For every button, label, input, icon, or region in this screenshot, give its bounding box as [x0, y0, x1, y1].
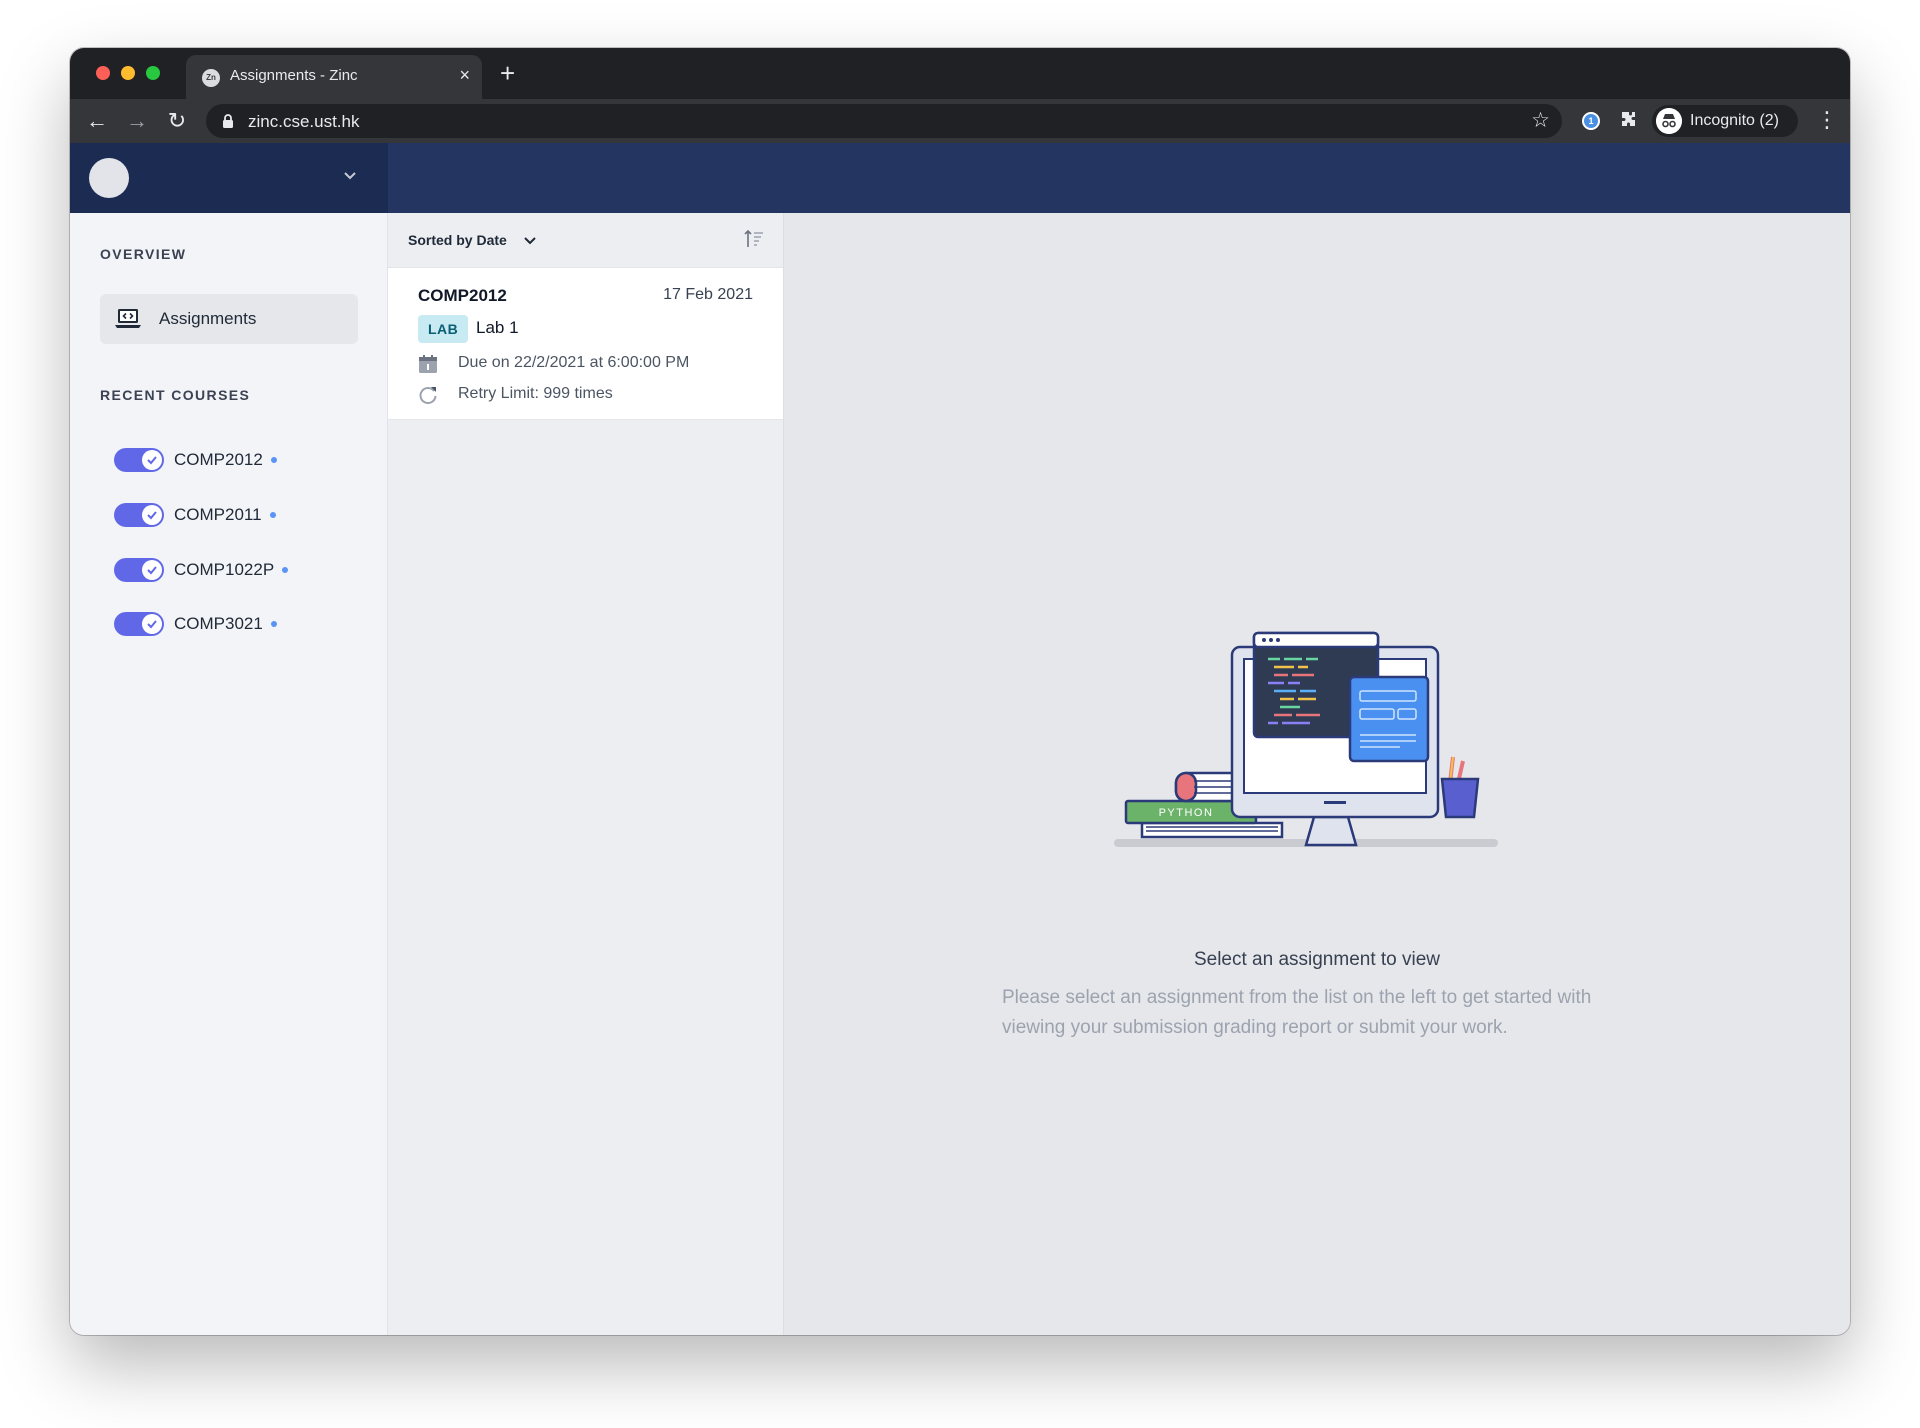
course-status-dot: [270, 620, 277, 627]
browser-menu-icon[interactable]: ⋮: [1816, 107, 1838, 133]
app-header: [70, 143, 1850, 213]
assignment-card[interactable]: COMP2012 17 Feb 2021 LAB Lab 1 Due on 22…: [388, 268, 783, 420]
assignment-type-badge: LAB: [418, 315, 469, 343]
browser-tab-active[interactable]: Zn Assignments - Zinc ×: [186, 55, 482, 99]
browser-window: Zn Assignments - Zinc × + ← → ↻ zinc.cse…: [70, 48, 1850, 1335]
course-label: COMP3021: [174, 614, 277, 634]
course-label: COMP1022P: [174, 560, 289, 580]
close-window-button[interactable]: [96, 66, 110, 80]
retry-icon: [419, 387, 437, 405]
main-content: PYTHON Select an assignment to view Plea…: [784, 213, 1850, 1335]
assignment-date: 17 Feb 2021: [663, 286, 753, 303]
course-item[interactable]: COMP2012: [114, 447, 354, 473]
recent-courses-heading: RECENT COURSES: [100, 387, 251, 403]
url-text: zinc.cse.ust.hk: [248, 112, 360, 131]
incognito-label: Incognito (2): [1690, 112, 1779, 129]
password-manager-extension-icon[interactable]: 1: [1582, 112, 1600, 130]
incognito-profile-button[interactable]: Incognito (2): [1652, 105, 1798, 137]
course-toggle[interactable]: [114, 612, 164, 636]
maximize-window-button[interactable]: [146, 66, 160, 80]
calendar-icon: [419, 355, 437, 373]
course-status-dot: [269, 511, 276, 518]
course-status-dot: [270, 456, 277, 463]
empty-state-description: Please select an assignment from the lis…: [1002, 987, 1592, 1038]
sidebar-item-assignments[interactable]: Assignments: [100, 294, 358, 344]
computer-code-illustration: PYTHON: [1114, 631, 1498, 847]
minimize-window-button[interactable]: [121, 66, 135, 80]
assignment-list-pane: Sorted by Date COMP2012 17 Feb 2021 LAB …: [388, 213, 784, 1335]
extensions-puzzle-icon[interactable]: [1618, 109, 1640, 131]
check-icon: [142, 560, 162, 580]
chevron-down-icon[interactable]: [522, 233, 538, 249]
python-book-label: PYTHON: [1159, 807, 1214, 819]
back-arrow-icon[interactable]: ←: [84, 108, 110, 134]
empty-state-title: Select an assignment to view: [1193, 949, 1441, 970]
user-menu[interactable]: [70, 143, 388, 213]
sort-bar: Sorted by Date: [388, 213, 783, 268]
browser-toolbar: ← → ↻ zinc.cse.ust.hk ☆ 1 Incognito (2) …: [70, 99, 1850, 143]
sidebar-item-label: Assignments: [159, 309, 257, 328]
laptop-code-icon: [115, 309, 141, 328]
chevron-down-icon[interactable]: [342, 167, 358, 183]
lock-icon: [223, 114, 233, 128]
reload-icon[interactable]: ↻: [164, 108, 190, 134]
new-tab-button[interactable]: +: [500, 60, 515, 86]
course-item[interactable]: COMP3021: [114, 611, 354, 637]
course-label: COMP2011: [174, 505, 276, 525]
overview-heading: OVERVIEW: [100, 246, 187, 262]
course-toggle[interactable]: [114, 448, 164, 472]
check-icon: [142, 614, 162, 634]
user-avatar[interactable]: [89, 158, 129, 198]
browser-tab-strip: Zn Assignments - Zinc × +: [70, 48, 1850, 99]
tab-close-icon[interactable]: ×: [459, 65, 470, 85]
course-item[interactable]: COMP1022P: [114, 557, 354, 583]
sidebar: OVERVIEW Assignments RECENT COURSES COMP…: [70, 213, 388, 1335]
sort-ascending-icon[interactable]: [743, 228, 765, 250]
bookmark-star-icon[interactable]: ☆: [1531, 108, 1550, 134]
course-toggle[interactable]: [114, 558, 164, 582]
course-item[interactable]: COMP2011: [114, 502, 354, 528]
course-toggle[interactable]: [114, 503, 164, 527]
assignment-course: COMP2012: [418, 286, 507, 305]
zinc-favicon-icon: Zn: [202, 69, 220, 87]
sort-dropdown[interactable]: Sorted by Date: [408, 232, 507, 248]
assignment-due: Due on 22/2/2021 at 6:00:00 PM: [458, 354, 690, 371]
forward-arrow-icon[interactable]: →: [124, 108, 150, 134]
course-label: COMP2012: [174, 450, 277, 470]
tab-title: Assignments - Zinc: [230, 67, 358, 84]
address-bar[interactable]: zinc.cse.ust.hk ☆: [206, 104, 1562, 138]
check-icon: [142, 450, 162, 470]
incognito-icon: [1656, 108, 1682, 134]
check-icon: [142, 505, 162, 525]
zinc-app: OVERVIEW Assignments RECENT COURSES COMP…: [70, 143, 1850, 1335]
course-status-dot: [282, 566, 289, 573]
assignment-retry-limit: Retry Limit: 999 times: [458, 385, 613, 402]
assignment-title: Lab 1: [476, 318, 519, 337]
